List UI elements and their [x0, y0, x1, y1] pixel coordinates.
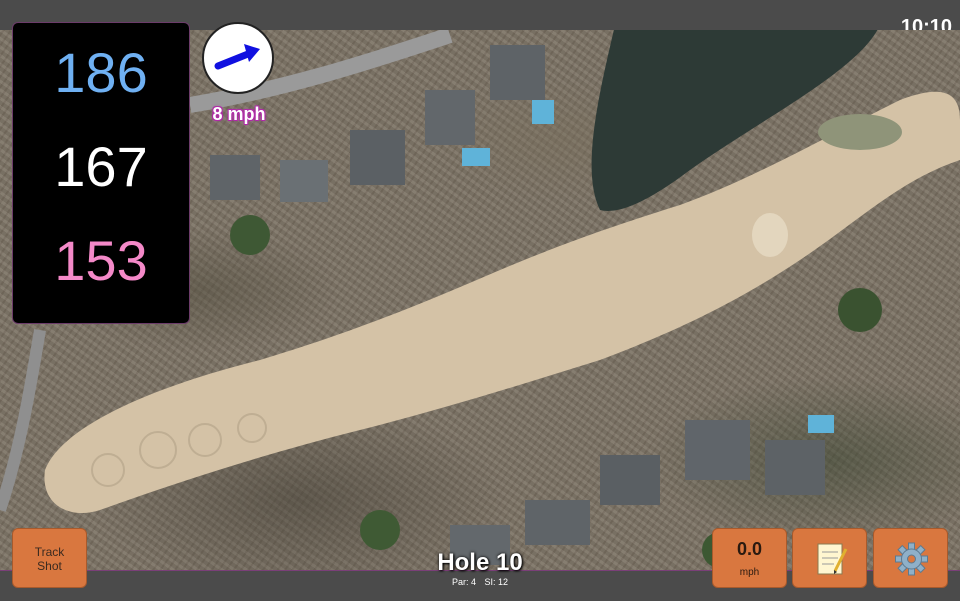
road-left: [0, 329, 46, 512]
house: [280, 160, 328, 202]
tree: [838, 288, 882, 332]
bunker: [752, 213, 788, 257]
arrow-icon: [214, 44, 260, 70]
wind-speed: 8 mph: [212, 104, 266, 124]
track-shot-label: Track Shot: [13, 545, 86, 573]
track-label-line1: Track: [34, 545, 65, 559]
tree: [360, 510, 400, 550]
middle-distance: 167: [54, 135, 148, 198]
settings-button[interactable]: [873, 528, 948, 588]
house: [210, 155, 260, 200]
back-distance: 186: [54, 41, 148, 104]
wind-indicator: [202, 22, 274, 94]
house: [765, 440, 825, 495]
hole-stroke-index: SI: 12: [484, 577, 509, 587]
house: [525, 500, 590, 545]
house: [425, 90, 475, 145]
speed-button[interactable]: 0.0 mph: [712, 528, 787, 588]
pool: [808, 415, 834, 433]
notes-button[interactable]: [792, 528, 867, 588]
speed-unit: mph: [739, 567, 760, 578]
hole-par: Par: 4: [451, 577, 476, 587]
hole-title: Hole 10: [437, 549, 523, 576]
gear-icon: [895, 542, 928, 576]
track-label-line2: Shot: [37, 559, 62, 573]
speed-value: 0.0: [736, 539, 763, 559]
house: [685, 420, 750, 480]
distance-panel: 186 167 153: [12, 22, 190, 324]
track-shot-button[interactable]: Track Shot: [12, 528, 87, 588]
house: [600, 455, 660, 505]
pool: [532, 100, 554, 124]
notepad-icon: [817, 543, 848, 575]
house: [490, 45, 545, 100]
tree: [230, 215, 270, 255]
green: [818, 114, 902, 150]
front-distance: 153: [54, 229, 148, 292]
pool: [462, 148, 490, 166]
hole-meta: Par: 4 SI: 12: [380, 577, 580, 587]
house: [350, 130, 405, 185]
